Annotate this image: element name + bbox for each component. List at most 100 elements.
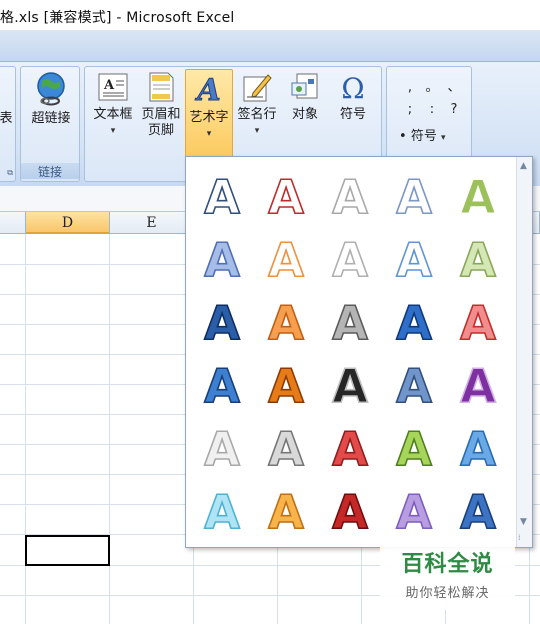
wordart-style-21[interactable]: A <box>194 419 250 475</box>
wordart-letter-a-icon: A <box>395 421 433 475</box>
column-header-d[interactable]: D <box>26 212 110 234</box>
wordart-letter-a-icon: A <box>203 169 241 223</box>
wordart-letter-a-icon: A <box>459 358 497 412</box>
wordart-style-29[interactable]: A <box>386 482 442 538</box>
wordart-style-10[interactable]: A <box>450 230 506 286</box>
wordart-letter-a-icon: A <box>459 421 497 475</box>
wordart-style-1[interactable]: A <box>194 167 250 223</box>
scroll-down-icon[interactable]: ▼ <box>520 517 527 527</box>
symbols-dropdown-button[interactable]: • 符号 ▾ <box>399 125 446 144</box>
resize-grip-icon[interactable]: ⁞ <box>518 533 530 545</box>
signature-dropdown-icon: ▾ <box>254 126 260 136</box>
wordart-letter-a-icon: A <box>331 295 369 349</box>
wordart-letter-a-icon: A <box>395 232 433 286</box>
column-header-c[interactable] <box>0 212 26 234</box>
symbol-enum-comma[interactable]: 、 <box>443 77 465 99</box>
object-icon <box>291 73 318 99</box>
wordart-style-26[interactable]: A <box>194 482 250 538</box>
wordart-letter-a-icon: A <box>203 232 241 286</box>
ribbon-group-partial: 表 ⧉ <box>0 66 16 182</box>
svg-text:A: A <box>460 233 496 286</box>
wordart-style-4[interactable]: A <box>386 167 442 223</box>
wordart-button[interactable]: A 艺术字 ▾ <box>185 69 233 161</box>
wordart-style-9[interactable]: A <box>386 230 442 286</box>
wordart-style-8[interactable]: A <box>322 230 378 286</box>
svg-text:A: A <box>396 485 432 538</box>
gallery-scrollbar[interactable]: ▲ ▼ ⁞ <box>516 157 532 547</box>
wordart-letter-a-icon: A <box>203 421 241 475</box>
wordart-letter-a-icon: A <box>267 421 305 475</box>
signature-line-button[interactable]: 签名行 ▾ <box>233 71 281 139</box>
wordart-style-18[interactable]: A <box>322 356 378 412</box>
wordart-style-19[interactable]: A <box>386 356 442 412</box>
svg-text:A: A <box>268 485 304 538</box>
wordart-style-17[interactable]: A <box>258 356 314 412</box>
wordart-style-24[interactable]: A <box>386 419 442 475</box>
wordart-letter-a-icon: A <box>203 358 241 412</box>
wordart-style-20[interactable]: A <box>450 356 506 412</box>
svg-text:Ω: Ω <box>341 72 364 103</box>
table-partial-button[interactable]: 表 <box>0 111 15 127</box>
svg-text:A: A <box>460 485 496 538</box>
wordart-style-3[interactable]: A <box>322 167 378 223</box>
window-title: 格.xls [兼容模式] - Microsoft Excel <box>0 10 235 26</box>
wordart-style-13[interactable]: A <box>322 293 378 349</box>
header-footer-label-1: 页眉和 <box>141 107 181 122</box>
symbol-question[interactable]: ? <box>443 99 465 121</box>
wordart-style-7[interactable]: A <box>258 230 314 286</box>
svg-text:A: A <box>332 359 368 412</box>
svg-text:A: A <box>460 422 496 475</box>
svg-text:A: A <box>204 359 240 412</box>
globe-link-icon <box>37 72 65 106</box>
wordart-letter-a-icon: A <box>331 232 369 286</box>
wordart-style-15[interactable]: A <box>450 293 506 349</box>
textbox-button[interactable]: A 文本框 ▾ <box>89 71 137 139</box>
wordart-style-2[interactable]: A <box>258 167 314 223</box>
dialog-launcher-icon[interactable]: ⧉ <box>7 168 13 178</box>
ribbon-tab-strip <box>0 30 540 62</box>
wordart-gallery: AAAAAAAAAAAAAAAAAAAAAAAAAAAAAA ▲ ▼ ⁞ <box>185 156 533 548</box>
object-button[interactable]: 对象 <box>281 71 329 123</box>
wordart-letter-a-icon: A <box>395 358 433 412</box>
svg-text:A: A <box>204 233 240 286</box>
wordart-style-22[interactable]: A <box>258 419 314 475</box>
wordart-style-6[interactable]: A <box>194 230 250 286</box>
wordart-letter-a-icon: A <box>331 358 369 412</box>
symbol-semicolon[interactable]: ; <box>399 99 421 121</box>
wordart-style-5[interactable]: A <box>450 167 506 223</box>
wordart-style-27[interactable]: A <box>258 482 314 538</box>
svg-text:A: A <box>460 359 496 412</box>
active-cell[interactable] <box>25 535 110 566</box>
wordart-style-25[interactable]: A <box>450 419 506 475</box>
header-footer-button[interactable]: 页眉和 页脚 <box>137 71 185 139</box>
svg-text:A: A <box>268 170 304 223</box>
svg-text:A: A <box>268 233 304 286</box>
wordart-style-28[interactable]: A <box>322 482 378 538</box>
svg-text:A: A <box>396 296 432 349</box>
svg-text:A: A <box>396 170 432 223</box>
hyperlink-button[interactable]: 超链接 <box>25 71 77 127</box>
column-header-e[interactable]: E <box>110 212 194 234</box>
wordart-letter-a-icon: A <box>267 232 305 286</box>
symbol-comma[interactable]: , <box>399 77 421 99</box>
symbols-dropdown-label: 符号 <box>410 129 437 144</box>
symbol-colon[interactable]: : <box>421 99 443 121</box>
symbol-period[interactable]: 。 <box>421 77 443 99</box>
textbox-dropdown-icon: ▾ <box>110 126 116 136</box>
wordart-letter-a-icon: A <box>267 484 305 538</box>
svg-text:A: A <box>332 485 368 538</box>
wordart-style-23[interactable]: A <box>322 419 378 475</box>
wordart-style-30[interactable]: A <box>450 482 506 538</box>
wordart-style-12[interactable]: A <box>258 293 314 349</box>
wordart-style-11[interactable]: A <box>194 293 250 349</box>
svg-text:A: A <box>460 296 496 349</box>
symbol-button[interactable]: Ω 符号 <box>329 71 377 123</box>
svg-text:A: A <box>396 422 432 475</box>
wordart-icon: A <box>194 73 221 107</box>
signature-line-label: 签名行 <box>237 107 277 122</box>
symbol-label: 符号 <box>339 107 366 122</box>
wordart-letter-a-icon: A <box>331 169 369 223</box>
scroll-up-icon[interactable]: ▲ <box>520 161 527 171</box>
wordart-style-16[interactable]: A <box>194 356 250 412</box>
wordart-style-14[interactable]: A <box>386 293 442 349</box>
